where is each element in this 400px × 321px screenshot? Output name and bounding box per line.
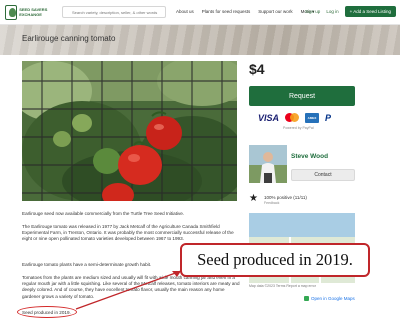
seller-avatar[interactable] — [249, 145, 287, 183]
annotation-circle — [17, 306, 77, 318]
nav-link-support[interactable]: Support our work — [258, 9, 292, 15]
page-title: Earlirouge canning tomato — [22, 34, 116, 43]
map-footer: Map data ©2023 Terms Report a map error — [249, 284, 316, 288]
add-listing-button[interactable]: + Add a Seed Listing — [344, 6, 396, 17]
rating-subtext: Feedback — [264, 201, 280, 205]
description-paragraph: Tomatoes from the plants are medium size… — [22, 275, 240, 299]
log-in-link[interactable]: Log in — [326, 9, 338, 14]
open-google-maps-label: Open in Google Maps — [311, 296, 355, 301]
description-paragraph: The Earlirouge tomato was released in 19… — [22, 224, 234, 242]
google-maps-icon — [304, 296, 309, 301]
star-icon: ★ — [249, 193, 258, 204]
payment-methods: VISA AMEX P — [258, 113, 334, 123]
search-input[interactable] — [62, 6, 166, 18]
open-google-maps-link[interactable]: Open in Google Maps — [304, 296, 355, 301]
amex-icon: AMEX — [305, 113, 320, 123]
map-water — [249, 213, 355, 237]
contact-button[interactable]: Contact — [291, 169, 355, 181]
annotation-callout: Seed produced in 2019. — [180, 243, 370, 277]
seller-photo — [249, 145, 287, 183]
account-nav: Sign up Log in + Add a Seed Listing — [305, 6, 396, 17]
listing-price: $4 — [249, 61, 265, 77]
seller-name[interactable]: Steve Wood — [291, 153, 328, 160]
powered-by-paypal: Powered by PayPal — [283, 126, 314, 130]
sign-up-link[interactable]: Sign up — [305, 9, 320, 14]
site-logo[interactable]: SEED SAVERS EXCHANGE — [5, 3, 60, 21]
rating-text: 100% positive (11/11) — [264, 195, 307, 200]
logo-text: SEED SAVERS EXCHANGE — [19, 7, 48, 17]
nav-links: About us Plants for seed requests Suppor… — [176, 9, 314, 15]
nav-link-about[interactable]: About us — [176, 9, 194, 15]
request-button[interactable]: Request — [249, 86, 355, 106]
mastercard-icon — [285, 113, 300, 123]
hero-banner: Earlirouge canning tomato — [0, 25, 400, 55]
logo-icon — [5, 4, 18, 20]
paypal-icon: P — [325, 113, 332, 123]
top-nav: SEED SAVERS EXCHANGE About us Plants for… — [0, 0, 400, 25]
nav-link-plants[interactable]: Plants for seed requests — [202, 9, 251, 15]
tomato-plant-image — [22, 61, 237, 201]
listing-photo[interactable] — [22, 61, 237, 201]
description-paragraph: Earlirouge seed now available commercial… — [22, 211, 185, 216]
visa-icon: VISA — [258, 113, 280, 123]
